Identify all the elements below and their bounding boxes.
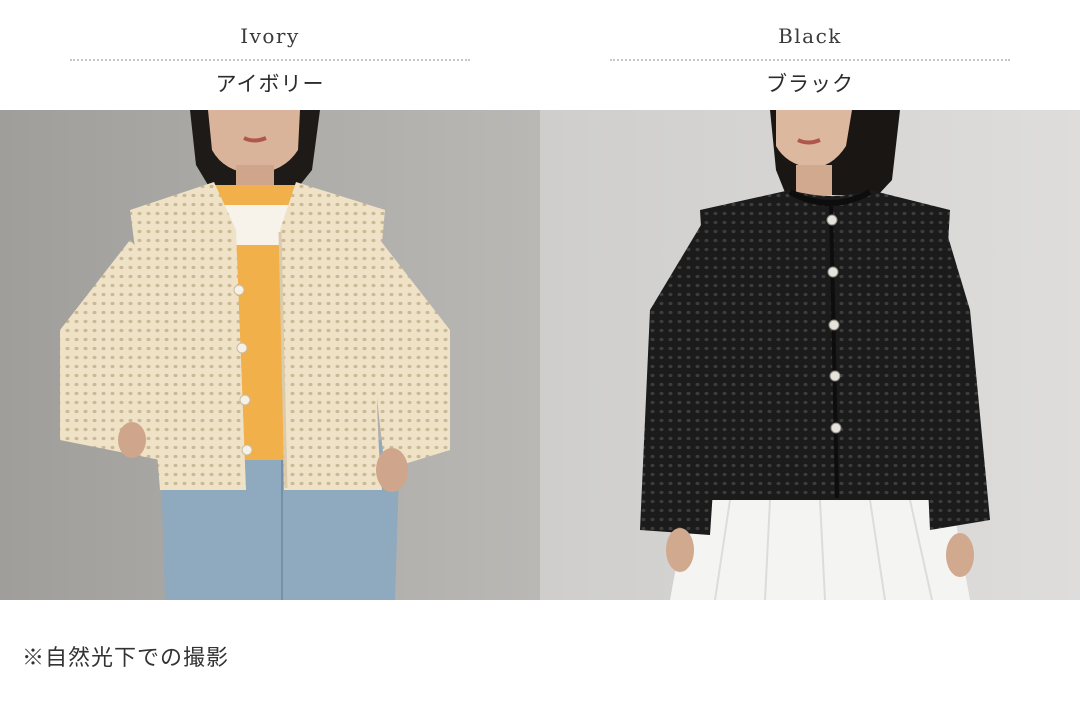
black-product-photo [540, 110, 1080, 600]
ivory-product-photo [0, 110, 540, 600]
black-japanese-label: ブラック [766, 72, 854, 96]
ivory-japanese-label: アイボリー [215, 72, 325, 96]
natural-light-caption: ※自然光下での撮影 [22, 646, 230, 671]
black-divider [610, 59, 1010, 61]
ivory-english-label: Ivory [240, 24, 300, 48]
ivory-divider [70, 59, 470, 61]
black-header: Black ブラック [540, 0, 1080, 110]
black-english-label: Black [778, 24, 842, 48]
ivory-header: Ivory アイボリー [0, 0, 540, 110]
